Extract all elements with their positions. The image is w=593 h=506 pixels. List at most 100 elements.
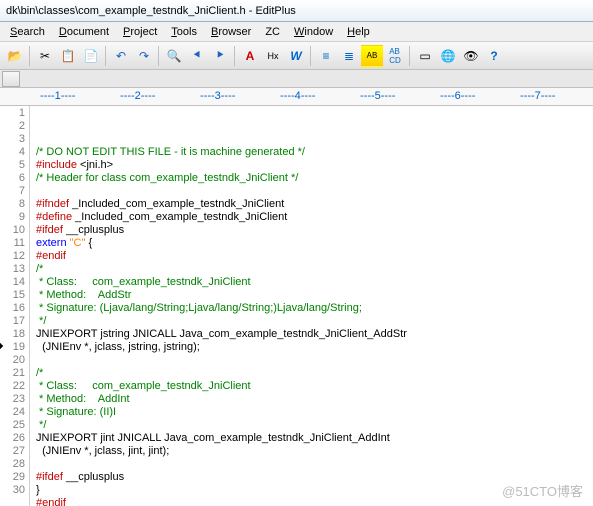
- line-number: 11: [0, 237, 25, 250]
- copy-icon[interactable]: 📋: [57, 45, 79, 67]
- separator: [105, 46, 107, 66]
- line-number: 24: [0, 406, 25, 419]
- search-icon[interactable]: 🔍: [163, 45, 185, 67]
- code-line[interactable]: JNIEXPORT jstring JNICALL Java_com_examp…: [36, 328, 593, 341]
- line-number: 28: [0, 458, 25, 471]
- line-number: 10: [0, 224, 25, 237]
- separator: [234, 46, 236, 66]
- highlight-icon[interactable]: AB: [361, 45, 383, 67]
- code-line[interactable]: (JNIEnv *, jclass, jstring, jstring);: [36, 341, 593, 354]
- line-number: 1: [0, 107, 25, 120]
- spell-icon[interactable]: ABCD: [384, 45, 406, 67]
- search-next-icon[interactable]: ⯈: [209, 45, 231, 67]
- separator: [409, 46, 411, 66]
- code-line[interactable]: [36, 185, 593, 198]
- line-number: 21: [0, 367, 25, 380]
- line-number: 22: [0, 380, 25, 393]
- search-prev-icon[interactable]: ⯇: [186, 45, 208, 67]
- code-line[interactable]: * Signature: (II)I: [36, 406, 593, 419]
- menu-window[interactable]: Window: [288, 24, 339, 39]
- line-number: 29: [0, 471, 25, 484]
- code-line[interactable]: (JNIEnv *, jclass, jint, jint);: [36, 445, 593, 458]
- line-number: 12: [0, 250, 25, 263]
- code-line[interactable]: JNIEXPORT jint JNICALL Java_com_example_…: [36, 432, 593, 445]
- ruler-mark: ----4----: [280, 90, 315, 102]
- line-number: 25: [0, 419, 25, 432]
- document-tabs: [0, 70, 593, 88]
- word-icon[interactable]: W: [285, 45, 307, 67]
- window-icon[interactable]: ▭: [414, 45, 436, 67]
- code-line[interactable]: [36, 458, 593, 471]
- menu-search[interactable]: Search: [4, 24, 51, 39]
- line-number: 23: [0, 393, 25, 406]
- ruler-mark: ----6----: [440, 90, 475, 102]
- line-number: 18: [0, 328, 25, 341]
- code-line[interactable]: * Method: AddStr: [36, 289, 593, 302]
- line-number: 13: [0, 263, 25, 276]
- menu-help[interactable]: Help: [341, 24, 376, 39]
- code-line[interactable]: */: [36, 419, 593, 432]
- code-line[interactable]: #define _Included_com_example_testndk_Jn…: [36, 211, 593, 224]
- line-number: 3: [0, 133, 25, 146]
- line-number: 8: [0, 198, 25, 211]
- paste-icon[interactable]: 📄: [80, 45, 102, 67]
- ruler-mark: ----7----: [520, 90, 555, 102]
- line-number: 7: [0, 185, 25, 198]
- outdent-icon[interactable]: ≣: [338, 45, 360, 67]
- editor-area: 1234567891011121314151617181920212223242…: [0, 106, 593, 506]
- line-number: 15: [0, 289, 25, 302]
- menu-document[interactable]: Document: [53, 24, 115, 39]
- code-line[interactable]: * Signature: (Ljava/lang/String;Ljava/la…: [36, 302, 593, 315]
- code-line[interactable]: #ifndef _Included_com_example_testndk_Jn…: [36, 198, 593, 211]
- line-number-gutter: 1234567891011121314151617181920212223242…: [0, 106, 30, 506]
- undo-icon[interactable]: ↶: [110, 45, 132, 67]
- menu-browser[interactable]: Browser: [205, 24, 257, 39]
- code-line[interactable]: [36, 354, 593, 367]
- help-icon[interactable]: ?: [483, 45, 505, 67]
- line-number: 2: [0, 120, 25, 133]
- code-line[interactable]: /*: [36, 367, 593, 380]
- ruler-mark: ----5----: [360, 90, 395, 102]
- ruler: ----1---- ----2---- ----3---- ----4---- ----…: [0, 88, 593, 106]
- document-tab[interactable]: [2, 71, 20, 87]
- ruler-mark: ----3----: [200, 90, 235, 102]
- preview-icon[interactable]: 👁: [460, 45, 482, 67]
- line-number: 16: [0, 302, 25, 315]
- code-line[interactable]: #include <jni.h>: [36, 159, 593, 172]
- indent-icon[interactable]: ≡: [315, 45, 337, 67]
- code-line[interactable]: */: [36, 315, 593, 328]
- ruler-mark: ----1----: [40, 90, 75, 102]
- line-number: 6: [0, 172, 25, 185]
- menu-bar: SearchDocumentProjectToolsBrowserZCWindo…: [0, 22, 593, 42]
- separator: [29, 46, 31, 66]
- cut-icon[interactable]: ✂: [34, 45, 56, 67]
- code-line[interactable]: * Class: com_example_testndk_JniClient: [36, 276, 593, 289]
- line-number: 26: [0, 432, 25, 445]
- hex-icon[interactable]: Hx: [262, 45, 284, 67]
- code-line[interactable]: /*: [36, 263, 593, 276]
- code-line[interactable]: * Method: AddInt: [36, 393, 593, 406]
- menu-tools[interactable]: Tools: [165, 24, 203, 39]
- redo-icon[interactable]: ↷: [133, 45, 155, 67]
- watermark: @51CTO博客: [502, 481, 583, 500]
- ruler-mark: ----2----: [120, 90, 155, 102]
- font-icon[interactable]: A: [239, 45, 261, 67]
- separator: [310, 46, 312, 66]
- line-number: 27: [0, 445, 25, 458]
- open-icon[interactable]: 📂: [4, 45, 26, 67]
- window-title: dk\bin\classes\com_example_testndk_JniCl…: [6, 5, 296, 17]
- separator: [158, 46, 160, 66]
- code-content[interactable]: /* DO NOT EDIT THIS FILE - it is machine…: [30, 106, 593, 506]
- browser-icon[interactable]: 🌐: [437, 45, 459, 67]
- menu-zc[interactable]: ZC: [259, 24, 286, 39]
- code-line[interactable]: extern "C" {: [36, 237, 593, 250]
- code-line[interactable]: #endif: [36, 250, 593, 263]
- code-line[interactable]: * Class: com_example_testndk_JniClient: [36, 380, 593, 393]
- menu-project[interactable]: Project: [117, 24, 163, 39]
- code-line[interactable]: /* DO NOT EDIT THIS FILE - it is machine…: [36, 146, 593, 159]
- line-number: 19: [0, 341, 25, 354]
- line-number: 17: [0, 315, 25, 328]
- code-line[interactable]: /* Header for class com_example_testndk_…: [36, 172, 593, 185]
- line-number: 5: [0, 159, 25, 172]
- code-line[interactable]: #ifdef __cplusplus: [36, 224, 593, 237]
